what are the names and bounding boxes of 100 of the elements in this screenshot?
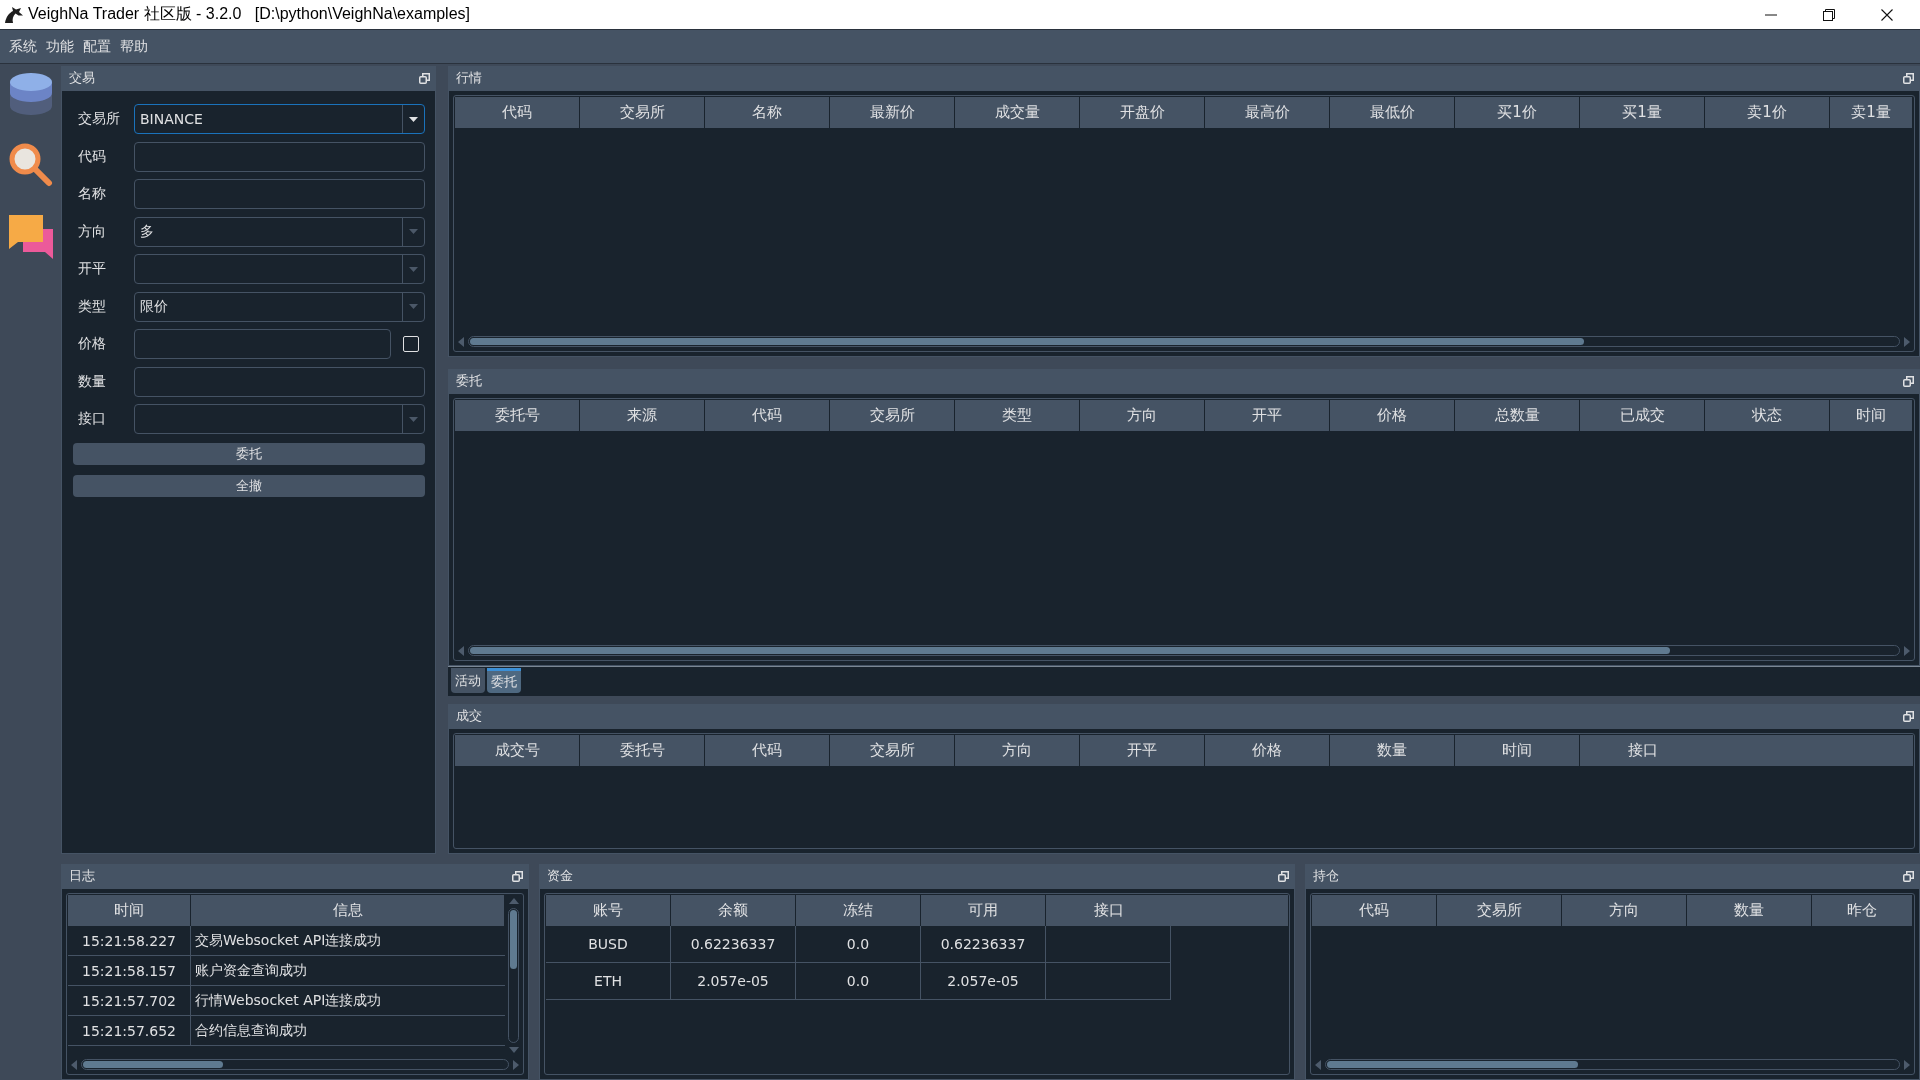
column-header: 已成交	[1580, 400, 1705, 431]
column-header: 价格	[1330, 400, 1455, 431]
restore-icon[interactable]	[419, 72, 430, 84]
window-title: VeighNa Trader 社区版 - 3.2.0 [D:\python\VeighNa\examples]	[28, 4, 470, 24]
input-field[interactable]	[134, 329, 391, 359]
column-header: 交易所	[830, 735, 955, 766]
chat-bubbles-icon[interactable]	[8, 215, 53, 259]
column-header: 代码	[455, 97, 580, 128]
column-header: 方向	[1080, 400, 1205, 431]
column-header: 接口	[1626, 740, 1659, 761]
column-header: 类型	[955, 400, 1080, 431]
column-header: 买1价	[1455, 97, 1580, 128]
field-label: 接口	[78, 410, 107, 428]
restore-icon[interactable]	[1823, 8, 1835, 21]
table-cell: 0.62236337	[671, 926, 796, 963]
field-label: 代码	[78, 147, 107, 166]
tab[interactable]: 活动	[451, 668, 485, 693]
scroll-right-icon[interactable]	[1904, 1059, 1910, 1070]
dropdown-field[interactable]: 限价	[134, 291, 425, 322]
scroll-down-icon[interactable]	[508, 1047, 519, 1053]
scrollbar-thumb[interactable]	[83, 1061, 223, 1068]
dropdown-field[interactable]: 多	[134, 216, 425, 247]
column-header: 余额	[671, 895, 796, 926]
scroll-right-icon[interactable]	[513, 1059, 519, 1070]
menu-item[interactable]: 帮助	[120, 37, 148, 56]
dropdown-field[interactable]	[134, 404, 425, 434]
column-header: 时间	[68, 895, 191, 926]
column-header: 信息	[191, 895, 505, 926]
column-header: 冻结	[796, 895, 921, 926]
field-label: 方向	[78, 222, 107, 241]
column-header: 可用	[921, 895, 1046, 926]
field-label: 开平	[78, 260, 107, 278]
input-field[interactable]	[134, 141, 425, 172]
column-header: 价格	[1205, 735, 1330, 766]
menu-item[interactable]: 配置	[83, 37, 111, 56]
column-header: 最新价	[830, 97, 955, 128]
table-cell: 0.62236337	[921, 926, 1046, 963]
dropdown-field[interactable]: BINANCE	[134, 104, 425, 134]
column-header: 买1量	[1580, 97, 1705, 128]
column-header: 交易所	[580, 97, 705, 128]
column-header: 交易所	[830, 400, 955, 431]
scrollbar-thumb[interactable]	[470, 647, 1670, 654]
database-icon[interactable]	[9, 73, 52, 115]
dropdown-field[interactable]	[134, 254, 425, 284]
dock-title: 行情	[456, 69, 482, 87]
scroll-up-icon[interactable]	[508, 898, 519, 904]
restore-icon[interactable]	[1903, 375, 1914, 387]
caret-icon	[409, 229, 418, 234]
column-header: 卖1量	[1830, 97, 1913, 128]
column-header: 名称	[705, 97, 830, 128]
send-order-button[interactable]: 委托	[73, 443, 425, 465]
column-header: 昨仓	[1812, 895, 1913, 926]
column-header: 代码	[705, 400, 830, 431]
column-header: 接口	[1092, 900, 1125, 921]
table-cell: 15:21:58.227	[68, 926, 191, 956]
column-header: 方向	[1562, 895, 1687, 926]
caret-icon	[409, 416, 418, 422]
menu-item[interactable]: 功能	[46, 37, 74, 56]
close-icon[interactable]	[1881, 8, 1893, 21]
restore-icon[interactable]	[512, 870, 523, 882]
column-header: 最低价	[1330, 97, 1455, 128]
scrollbar-thumb[interactable]	[470, 338, 1584, 345]
dock-title: 日志	[69, 867, 95, 885]
scrollbar-thumb[interactable]	[510, 910, 517, 969]
menu-item[interactable]: 系统	[9, 37, 37, 56]
restore-icon[interactable]	[1903, 870, 1914, 882]
restore-icon[interactable]	[1903, 72, 1914, 84]
input-field[interactable]	[134, 179, 425, 209]
input-field[interactable]	[134, 366, 425, 397]
table-cell: 账户资金查询成功	[191, 956, 505, 986]
caret-icon	[409, 266, 418, 272]
scroll-left-icon[interactable]	[71, 1059, 77, 1070]
scroll-left-icon[interactable]	[458, 336, 464, 347]
field-label: 价格	[78, 335, 107, 353]
scroll-left-icon[interactable]	[1315, 1059, 1321, 1070]
column-header: 成交量	[955, 97, 1080, 128]
column-header: 成交号	[455, 735, 580, 766]
tab[interactable]: 委托	[487, 668, 521, 693]
dock-title: 委托	[456, 372, 482, 390]
table-cell: ETH	[546, 963, 671, 1000]
restore-icon[interactable]	[1903, 710, 1914, 722]
scrollbar-thumb[interactable]	[1327, 1061, 1579, 1068]
search-icon[interactable]	[8, 143, 53, 187]
column-header: 账号	[546, 895, 671, 926]
table-cell: 15:21:57.652	[68, 1016, 191, 1046]
column-header: 状态	[1705, 400, 1830, 431]
column-header: 代码	[1312, 895, 1437, 926]
column-header: 委托号	[580, 735, 705, 766]
cancel-all-button[interactable]: 全撤	[73, 475, 425, 497]
scroll-left-icon[interactable]	[458, 645, 464, 656]
table-cell: 15:21:57.702	[68, 986, 191, 1016]
restore-icon[interactable]	[1278, 870, 1289, 882]
minimize-icon[interactable]	[1765, 13, 1777, 16]
checkbox[interactable]	[403, 336, 419, 352]
scroll-right-icon[interactable]	[1904, 336, 1910, 347]
column-header: 时间	[1830, 400, 1913, 431]
column-header: 数量	[1687, 895, 1812, 926]
scroll-right-icon[interactable]	[1904, 645, 1910, 656]
field-label: 数量	[78, 372, 107, 391]
table-cell: 0.0	[796, 963, 921, 1000]
